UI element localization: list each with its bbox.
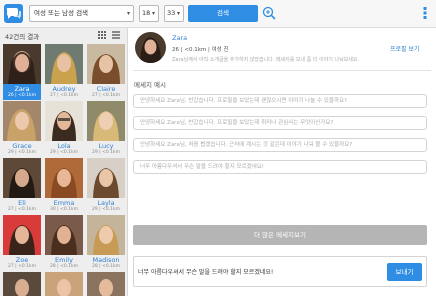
member-name: Emily xyxy=(55,256,73,264)
profile-meta: 26 | <0.1km | 여성 친 xyxy=(172,47,229,53)
profile-name[interactable]: Zara xyxy=(172,34,187,42)
member-name: Lola xyxy=(57,142,71,150)
member-meta: 27 | <0.1km xyxy=(49,93,79,98)
member-card[interactable]: Emily 28 | <0.1km xyxy=(45,215,83,271)
member-card[interactable] xyxy=(45,272,83,296)
member-card[interactable]: Lucy 29 | <0.1km xyxy=(87,101,125,157)
age-max-value: 33 xyxy=(167,9,176,17)
member-name: Madison xyxy=(92,256,120,264)
member-name: Eli xyxy=(18,199,26,207)
member-card[interactable]: Claire 27 | <0.1km xyxy=(87,44,125,100)
member-card[interactable]: Grace 29 | <0.1km xyxy=(3,101,41,157)
member-name: Zara xyxy=(14,85,30,93)
member-name: Zoe xyxy=(15,256,29,264)
profile-avatar[interactable] xyxy=(135,32,166,63)
age-max-select[interactable]: 33 ▾ xyxy=(164,5,184,22)
gender-select[interactable]: 여성 또는 남성 검색 ▾ xyxy=(29,5,134,22)
member-name: Claire xyxy=(96,85,116,93)
message-input[interactable]: 너무 아름다우셔서 무슨 말을 드려야 할지 모르겠네요! xyxy=(138,267,273,276)
member-photo xyxy=(87,44,125,84)
list-view-icon[interactable] xyxy=(112,31,120,39)
member-card[interactable]: Zoe 27 | <0.1km xyxy=(3,215,41,271)
member-card[interactable] xyxy=(3,272,41,296)
member-photo xyxy=(3,272,41,296)
member-photo xyxy=(87,101,125,141)
message-suggestion[interactable]: 안녕하세요 Zara님, 처음 뵙겠습니다. 근처에 계시는 것 같은데 이야기… xyxy=(133,138,427,152)
member-name: Layla xyxy=(97,199,115,207)
age-min-select[interactable]: 18 ▾ xyxy=(139,5,159,22)
message-compose-box[interactable]: 너무 아름다우셔서 무슨 말을 드려야 할지 모르겠네요! 보내기 xyxy=(133,256,427,287)
member-photo xyxy=(45,215,83,255)
results-count: 42건의 결과 xyxy=(5,33,40,41)
member-card[interactable]: Eli 27 | <0.1km xyxy=(3,158,41,214)
vertical-dots-icon[interactable] xyxy=(421,7,429,19)
member-meta: 27 | <0.1km xyxy=(7,264,37,269)
member-photo xyxy=(87,215,125,255)
message-examples-heading: 메세지 예시 xyxy=(134,81,166,89)
member-meta: 26 | <0.1km xyxy=(7,93,37,98)
member-meta: 29 | <0.1km xyxy=(91,150,121,155)
grid-view-icon[interactable] xyxy=(98,31,106,39)
search-button[interactable]: 검색 xyxy=(188,5,258,22)
message-suggestion[interactable]: 너무 아름다우셔서 무슨 말을 드려야 할지 모르겠네요! xyxy=(133,160,427,174)
message-suggestion[interactable]: 안녕하세요 Zara님, 반갑습니다. 프로필을 보았는데 취미나 관심사는 무… xyxy=(133,116,427,130)
member-name: Audrey xyxy=(52,85,76,93)
age-min-value: 18 xyxy=(142,9,151,17)
member-card[interactable]: Lola 29 | <0.1km xyxy=(45,101,83,157)
view-profile-link[interactable]: 프로필 보기 xyxy=(390,44,420,53)
member-photo xyxy=(45,101,83,141)
member-card[interactable]: Layla 29 | <0.1km xyxy=(87,158,125,214)
member-meta: 29 | <0.1km xyxy=(91,207,121,212)
chevron-down-icon: ▾ xyxy=(176,10,180,17)
gender-select-value: 여성 또는 남성 검색 xyxy=(34,9,89,17)
chevron-down-icon: ▾ xyxy=(151,10,155,17)
more-messages-button[interactable]: 더 많은 메세지보기 xyxy=(133,225,427,245)
member-meta: 27 | <0.1km xyxy=(7,207,37,212)
member-meta: 28 | <0.1km xyxy=(49,264,79,269)
member-photo xyxy=(3,101,41,141)
member-card[interactable]: Madison 28 | <0.1km xyxy=(87,215,125,271)
member-photo xyxy=(87,158,125,198)
chevron-down-icon: ▾ xyxy=(126,10,130,17)
member-photo xyxy=(87,272,125,296)
profile-description: Zara님께서 아직 소개글을 추가하지 않았습니다. 메세지를 보내 좀 더 … xyxy=(172,57,360,63)
member-photo xyxy=(3,158,41,198)
member-card[interactable] xyxy=(87,272,125,296)
member-photo xyxy=(45,272,83,296)
member-name: Grace xyxy=(12,142,32,150)
member-card[interactable]: Emma 30 | <0.1km xyxy=(45,158,83,214)
member-meta: 29 | <0.1km xyxy=(49,150,79,155)
divider xyxy=(133,70,431,71)
top-bar: 여성 또는 남성 검색 ▾ 18 ▾ 33 ▾ 검색 xyxy=(0,0,436,28)
send-button[interactable]: 보내기 xyxy=(387,263,422,281)
member-photo xyxy=(45,44,83,84)
member-meta: 28 | <0.1km xyxy=(91,264,121,269)
member-photo xyxy=(45,158,83,198)
member-meta: 30 | <0.1km xyxy=(49,207,79,212)
member-photo xyxy=(3,215,41,255)
member-meta: 27 | <0.1km xyxy=(91,93,121,98)
member-meta: 29 | <0.1km xyxy=(7,150,37,155)
member-photo xyxy=(3,44,41,84)
chat-bubbles-logo[interactable] xyxy=(4,4,23,23)
member-card[interactable]: Audrey 27 | <0.1km xyxy=(45,44,83,100)
results-panel: 42건의 결과 Zara 26 | <0.1km Audrey 27 | <0.… xyxy=(0,28,128,296)
zoom-in-icon[interactable] xyxy=(262,6,276,20)
message-suggestion[interactable]: 안녕하세요 Zara님, 반갑습니다. 프로필을 보았는데 괜찮으시면 이야기 … xyxy=(133,94,427,108)
member-name: Lucy xyxy=(98,142,114,150)
member-name: Emma xyxy=(53,199,75,207)
member-card[interactable]: Zara 26 | <0.1km xyxy=(3,44,41,100)
